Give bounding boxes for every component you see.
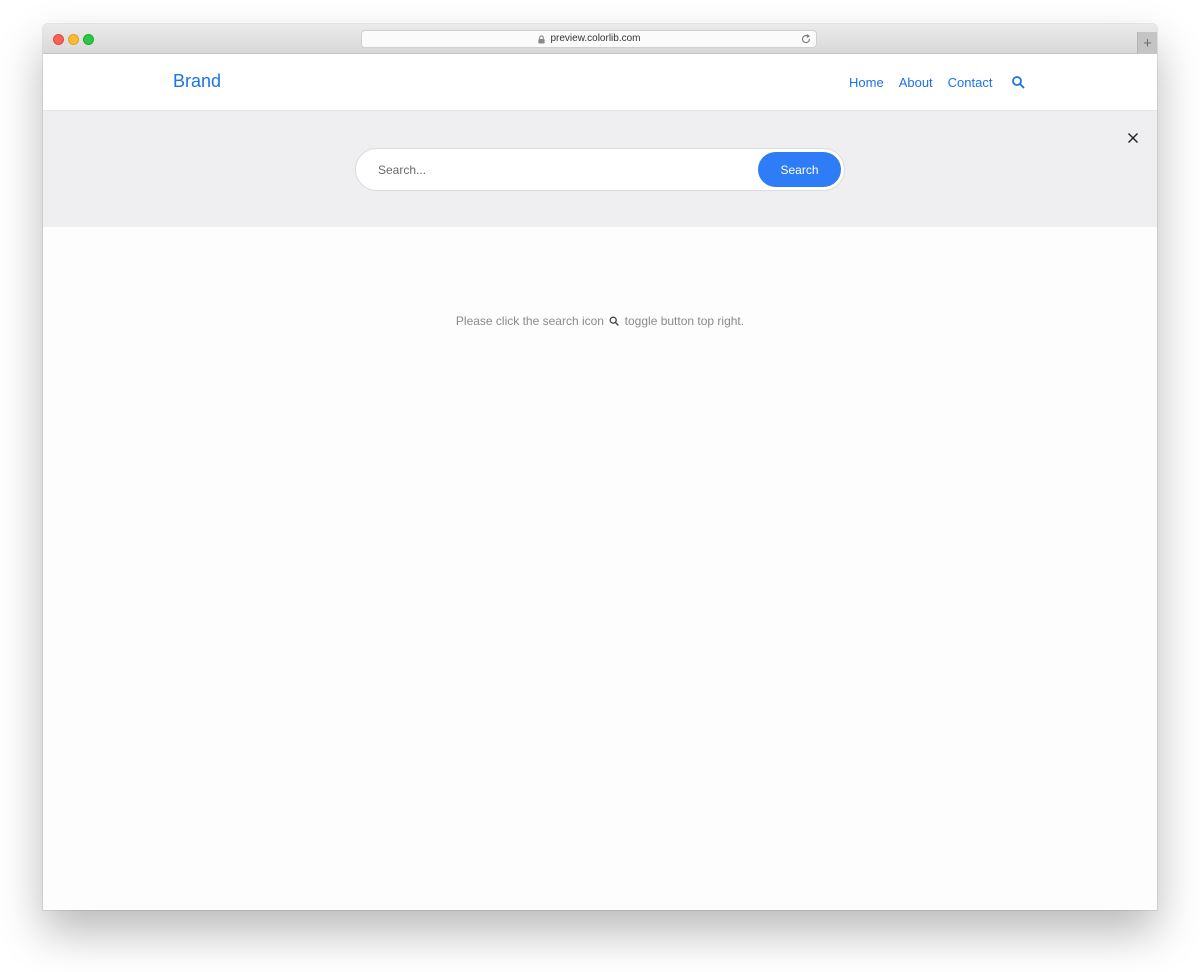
window-minimize-button[interactable]: [68, 34, 79, 45]
hint-text: Please click the search icon toggle butt…: [43, 314, 1157, 328]
search-input[interactable]: [366, 150, 746, 189]
new-tab-button[interactable]: +: [1137, 32, 1157, 54]
brand-link[interactable]: Brand: [173, 71, 221, 92]
window-close-button[interactable]: [53, 34, 64, 45]
url-text: preview.colorlib.com: [550, 33, 641, 44]
search-panel: Search: [43, 111, 1157, 227]
browser-titlebar: preview.colorlib.com +: [43, 24, 1157, 54]
browser-window: preview.colorlib.com + Brand Home About …: [43, 24, 1157, 910]
lock-icon: [537, 34, 546, 44]
nav-link-home[interactable]: Home: [849, 75, 884, 90]
reload-icon[interactable]: [800, 33, 812, 45]
search-icon[interactable]: [1011, 75, 1025, 89]
nav-link-about[interactable]: About: [899, 75, 933, 90]
address-bar[interactable]: preview.colorlib.com: [361, 30, 817, 48]
search-form: Search: [355, 148, 845, 191]
hint-text-before: Please click the search icon: [455, 314, 604, 328]
close-icon[interactable]: [1127, 131, 1139, 143]
page-content: Please click the search icon toggle butt…: [43, 227, 1157, 910]
hint-text-after: toggle button top right.: [624, 314, 745, 328]
window-maximize-button[interactable]: [83, 34, 94, 45]
nav-link-contact[interactable]: Contact: [948, 75, 993, 90]
site-navbar: Brand Home About Contact: [43, 54, 1157, 111]
search-icon: [609, 315, 620, 326]
nav-links: Home About Contact: [849, 75, 1007, 90]
search-button[interactable]: Search: [758, 152, 841, 187]
